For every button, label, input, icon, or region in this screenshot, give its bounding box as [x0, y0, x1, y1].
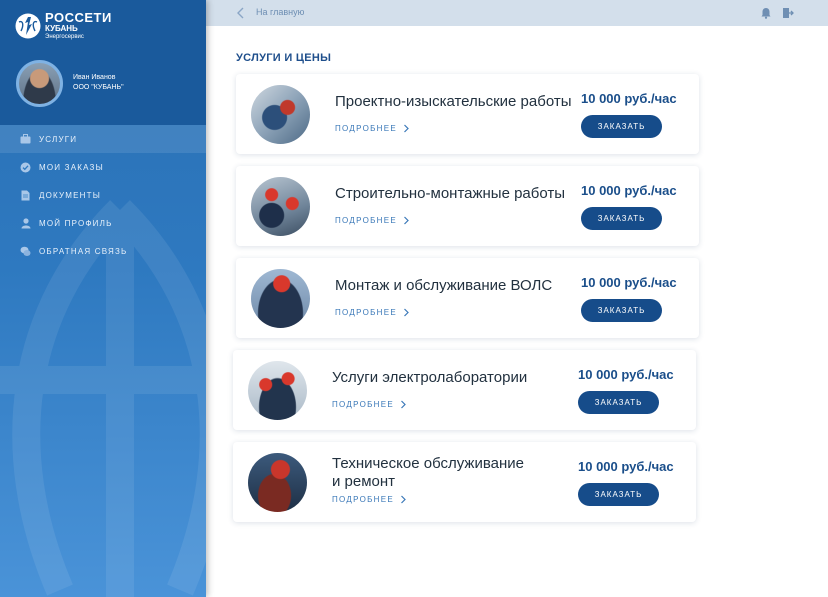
service-more-link[interactable]: ПОДРОБНЕЕ — [335, 308, 410, 317]
service-title-line: и ремонт — [332, 473, 396, 490]
service-more-link[interactable]: ПОДРОБНЕЕ — [332, 400, 407, 409]
order-button[interactable]: ЗАКАЗАТЬ — [578, 483, 659, 506]
chevron-right-icon — [404, 124, 409, 133]
app-root: РОССЕТИ КУБАНЬ Энергосервис Иван Иванов … — [0, 0, 828, 597]
document-icon — [20, 190, 31, 201]
service-card: Проектно-изыскательские работы ПОДРОБНЕЕ… — [236, 74, 699, 154]
brand-subtitle: КУБАНЬ — [45, 24, 78, 33]
service-title: Проектно-изыскательские работы — [335, 93, 572, 110]
chat-bubbles-icon — [20, 246, 31, 257]
service-card: Услуги электролаборатории ПОДРОБНЕЕ 10 0… — [233, 350, 696, 430]
avatar[interactable] — [16, 60, 63, 107]
sidebar-item-label: УСЛУГИ — [39, 134, 78, 144]
order-button[interactable]: ЗАКАЗАТЬ — [581, 299, 662, 322]
sidebar-item-label: ОБРАТНАЯ СВЯЗЬ — [39, 246, 128, 256]
more-label: ПОДРОБНЕЕ — [335, 308, 397, 317]
order-button[interactable]: ЗАКАЗАТЬ — [578, 391, 659, 414]
service-price: 10 000 руб./час — [581, 91, 677, 106]
briefcase-icon — [20, 134, 31, 145]
service-card: Монтаж и обслуживание ВОЛС ПОДРОБНЕЕ 10 … — [236, 258, 699, 338]
service-title: Техническое обслуживание и ремонт — [332, 455, 524, 491]
chevron-right-icon — [401, 400, 406, 409]
chevron-right-icon — [404, 216, 409, 225]
back-to-home-link[interactable]: На главную — [256, 7, 304, 17]
page-title: УСЛУГИ И ЦЕНЫ — [236, 52, 332, 64]
brand-text: РОССЕТИ КУБАНЬ Энергосервис — [45, 11, 112, 40]
sidebar: РОССЕТИ КУБАНЬ Энергосервис Иван Иванов … — [0, 0, 206, 597]
sidebar-item-documents[interactable]: ДОКУМЕНТЫ — [0, 181, 206, 209]
service-card: Техническое обслуживание и ремонт ПОДРОБ… — [233, 442, 696, 522]
more-label: ПОДРОБНЕЕ — [332, 495, 394, 504]
service-photo — [251, 85, 310, 144]
service-more-link[interactable]: ПОДРОБНЕЕ — [332, 495, 407, 504]
brand-title: РОССЕТИ — [45, 10, 112, 25]
sidebar-item-my-orders[interactable]: МОИ ЗАКАЗЫ — [0, 153, 206, 181]
sidebar-item-services[interactable]: УСЛУГИ — [0, 125, 206, 153]
user-org: ООО "КУБАНЬ" — [73, 84, 124, 91]
top-bar: На главную — [206, 0, 828, 26]
service-photo — [251, 269, 310, 328]
service-title: Услуги электролаборатории — [332, 369, 528, 386]
brand-logo[interactable]: РОССЕТИ КУБАНЬ Энергосервис — [15, 11, 112, 40]
order-button[interactable]: ЗАКАЗАТЬ — [581, 115, 662, 138]
more-label: ПОДРОБНЕЕ — [335, 216, 397, 225]
chevron-right-icon — [404, 308, 409, 317]
notifications-bell-icon[interactable] — [760, 7, 772, 19]
service-price: 10 000 руб./час — [581, 275, 677, 290]
service-title: Монтаж и обслуживание ВОЛС — [335, 277, 553, 294]
service-photo — [248, 361, 307, 420]
service-more-link[interactable]: ПОДРОБНЕЕ — [335, 216, 410, 225]
check-circle-icon — [20, 162, 31, 173]
user-name: Иван Иванов — [73, 74, 116, 81]
sidebar-item-feedback[interactable]: ОБРАТНАЯ СВЯЗЬ — [0, 237, 206, 265]
rosseti-logo-icon — [15, 13, 41, 38]
service-price: 10 000 руб./час — [581, 183, 677, 198]
sidebar-nav: УСЛУГИ МОИ ЗАКАЗЫ ДОКУМЕНТЫ МОЙ ПРОФИЛЬ — [0, 125, 206, 265]
service-price: 10 000 руб./час — [578, 459, 674, 474]
more-label: ПОДРОБНЕЕ — [335, 124, 397, 133]
chevron-right-icon — [401, 495, 406, 504]
service-price: 10 000 руб./час — [578, 367, 674, 382]
service-title: Строительно-монтажные работы — [335, 185, 566, 202]
more-label: ПОДРОБНЕЕ — [332, 400, 394, 409]
user-icon — [20, 217, 31, 229]
service-photo — [251, 177, 310, 236]
sidebar-item-my-profile[interactable]: МОЙ ПРОФИЛЬ — [0, 209, 206, 237]
service-photo — [248, 453, 307, 512]
order-button[interactable]: ЗАКАЗАТЬ — [581, 207, 662, 230]
logout-icon[interactable] — [782, 7, 794, 19]
service-title-line: Техническое обслуживание — [332, 455, 524, 472]
brand-tagline: Энергосервис — [45, 34, 84, 40]
chevron-left-icon[interactable] — [234, 6, 248, 20]
sidebar-item-label: МОИ ЗАКАЗЫ — [39, 162, 104, 172]
service-more-link[interactable]: ПОДРОБНЕЕ — [335, 124, 410, 133]
service-card: Строительно-монтажные работы ПОДРОБНЕЕ 1… — [236, 166, 699, 246]
sidebar-item-label: ДОКУМЕНТЫ — [39, 190, 102, 200]
sidebar-item-label: МОЙ ПРОФИЛЬ — [39, 218, 113, 228]
